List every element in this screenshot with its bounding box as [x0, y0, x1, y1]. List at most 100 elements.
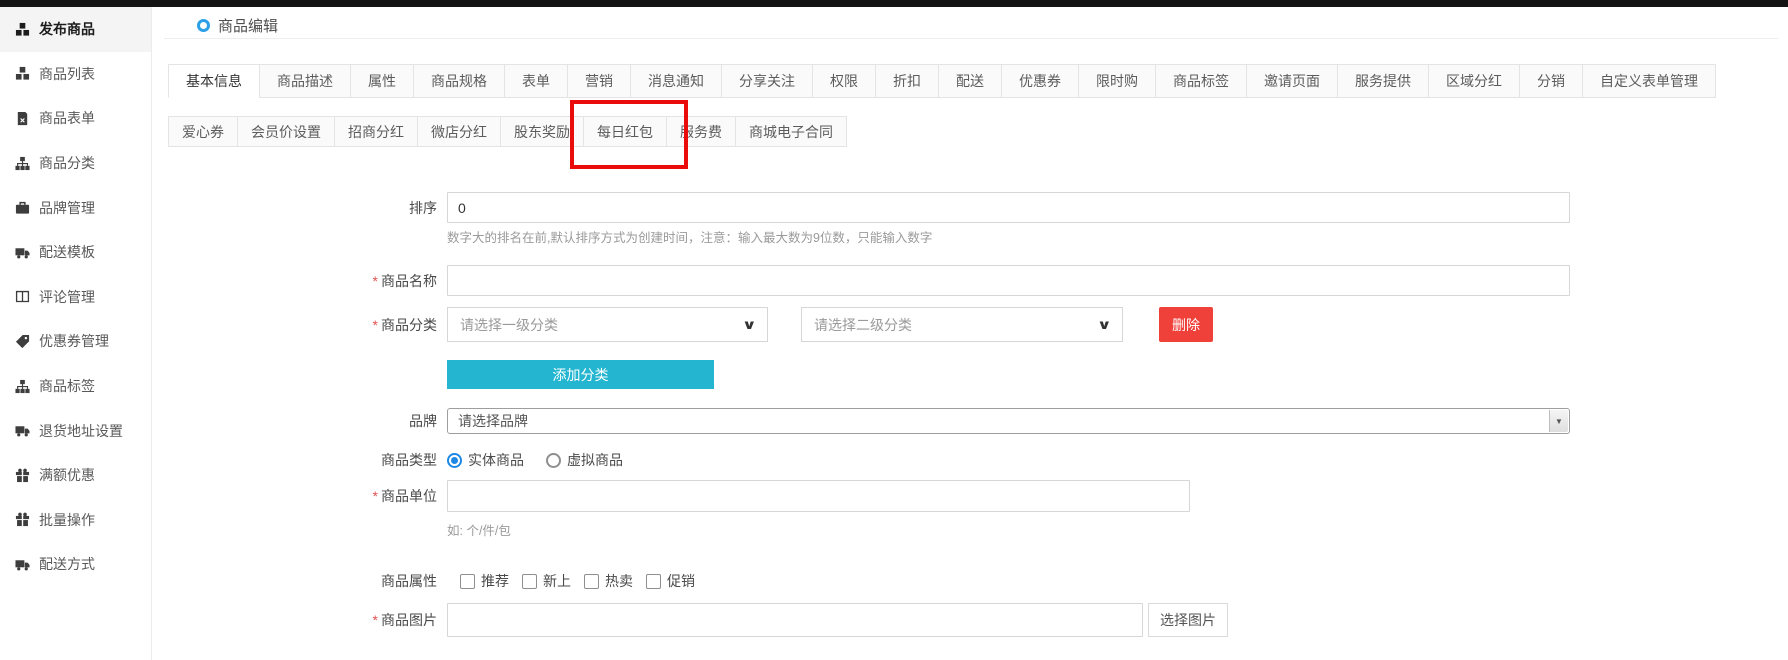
- product-name-label: *商品名称: [0, 271, 437, 291]
- category-level1-select[interactable]: 请选择一级分类 ∨: [447, 307, 768, 342]
- product-unit-input[interactable]: [447, 480, 1190, 512]
- attr-checkbox-promo[interactable]: [646, 574, 661, 589]
- tab-service-fee[interactable]: 服务费: [666, 116, 736, 147]
- tab-form[interactable]: 表单: [504, 64, 568, 98]
- attr-checkbox-new[interactable]: [522, 574, 537, 589]
- sort-hint: 数字大的排名在前,默认排序方式为创建时间，注意：输入最大数为9位数，只能输入数字: [447, 227, 932, 246]
- sidebar-item-label: 商品分类: [39, 153, 95, 173]
- product-unit-row: *商品单位: [0, 480, 1190, 512]
- secondary-tab-bar: 爱心券 会员价设置 招商分红 微店分红 股东奖励 每日红包 服务费 商城电子合同: [168, 116, 847, 147]
- product-category-row: *商品分类 请选择一级分类 ∨ 请选择二级分类 ∨ 删除: [0, 307, 1213, 342]
- delete-category-button[interactable]: 删除: [1159, 307, 1213, 342]
- top-accent-bar: [0, 0, 1788, 7]
- sort-label: 排序: [0, 198, 437, 218]
- tab-product-tags[interactable]: 商品标签: [1155, 64, 1247, 98]
- required-mark: *: [373, 317, 378, 333]
- product-attrs-label: 商品属性: [0, 571, 437, 591]
- required-mark: *: [373, 612, 378, 628]
- sidebar-item-product-category[interactable]: 商品分类: [0, 141, 151, 186]
- product-name-row: *商品名称: [0, 265, 1570, 296]
- tab-coupon[interactable]: 优惠券: [1001, 64, 1079, 98]
- circle-icon: [197, 19, 210, 32]
- tab-member-price[interactable]: 会员价设置: [237, 116, 335, 147]
- product-image-label: *商品图片: [0, 610, 437, 630]
- product-type-radio-virtual[interactable]: [546, 453, 561, 468]
- select-arrow-icon: ▼: [1549, 410, 1568, 432]
- product-type-option-label: 虚拟商品: [567, 450, 623, 470]
- tab-region-dividend[interactable]: 区域分红: [1428, 64, 1520, 98]
- chevron-down-icon: ∨: [742, 317, 757, 333]
- cubes-icon: [15, 22, 30, 37]
- chevron-down-icon: ∨: [1097, 317, 1112, 333]
- brand-placeholder: 请选择品牌: [458, 411, 528, 431]
- tab-invite-page[interactable]: 邀请页面: [1246, 64, 1338, 98]
- cubes-icon: [15, 66, 30, 81]
- sidebar-item-product-form[interactable]: 商品表单: [0, 96, 151, 141]
- tab-investment-dividend[interactable]: 招商分红: [334, 116, 418, 147]
- tab-mall-econtract[interactable]: 商城电子合同: [735, 116, 847, 147]
- sidebar-item-label: 发布商品: [39, 19, 95, 39]
- tab-basic-info[interactable]: 基本信息: [168, 64, 260, 98]
- tab-daily-redpacket-label: 每日红包: [597, 122, 653, 142]
- required-mark: *: [373, 273, 378, 289]
- sidebar-item-publish-product[interactable]: 发布商品: [0, 7, 151, 52]
- tab-share-follow[interactable]: 分享关注: [721, 64, 813, 98]
- tab-shareholder-reward[interactable]: 股东奖励: [500, 116, 584, 147]
- add-category-button[interactable]: 添加分类: [447, 360, 714, 389]
- attr-option-label: 热卖: [605, 571, 633, 591]
- tab-delivery[interactable]: 配送: [938, 64, 1002, 98]
- brand-row: 品牌 请选择品牌 ▼: [0, 408, 1570, 434]
- attr-option-label: 促销: [667, 571, 695, 591]
- brand-label: 品牌: [0, 411, 437, 431]
- gift-icon: [15, 512, 30, 527]
- sidebar-item-label: 批量操作: [39, 510, 95, 530]
- tab-attributes[interactable]: 属性: [350, 64, 414, 98]
- sidebar-item-label: 商品列表: [39, 64, 95, 84]
- tab-permissions[interactable]: 权限: [812, 64, 876, 98]
- product-type-label: 商品类型: [0, 450, 437, 470]
- header-divider: [164, 38, 1778, 39]
- sidebar-item-label: 配送模板: [39, 242, 95, 262]
- product-type-row: 商品类型 实体商品 虚拟商品: [0, 450, 623, 470]
- tab-custom-form-management[interactable]: 自定义表单管理: [1582, 64, 1716, 98]
- attr-checkbox-recommend[interactable]: [460, 574, 475, 589]
- product-type-radio-physical[interactable]: [447, 453, 462, 468]
- attr-option-label: 新上: [543, 571, 571, 591]
- tab-distribution[interactable]: 分销: [1519, 64, 1583, 98]
- product-name-input[interactable]: [447, 265, 1570, 296]
- tab-product-spec[interactable]: 商品规格: [413, 64, 505, 98]
- truck-icon: [15, 245, 30, 260]
- sidebar-item-product-tags[interactable]: 商品标签: [0, 364, 151, 409]
- tab-marketing[interactable]: 营销: [567, 64, 631, 98]
- brand-select[interactable]: 请选择品牌 ▼: [447, 408, 1570, 434]
- tab-flash-sale[interactable]: 限时购: [1078, 64, 1156, 98]
- product-image-input[interactable]: [447, 603, 1143, 637]
- tab-daily-redpacket[interactable]: 每日红包: [583, 116, 667, 147]
- sidebar-item-product-list[interactable]: 商品列表: [0, 52, 151, 97]
- attr-checkbox-hot[interactable]: [584, 574, 599, 589]
- product-attrs-row: 商品属性 推荐 新上 热卖 促销: [0, 571, 695, 591]
- page-title-text: 商品编辑: [218, 15, 278, 36]
- attr-option-label: 推荐: [481, 571, 509, 591]
- category-level2-select[interactable]: 请选择二级分类 ∨: [801, 307, 1123, 342]
- tab-discount[interactable]: 折扣: [875, 64, 939, 98]
- product-unit-hint: 如: 个/件/包: [447, 520, 511, 539]
- tab-service-provide[interactable]: 服务提供: [1337, 64, 1429, 98]
- tab-product-description[interactable]: 商品描述: [259, 64, 351, 98]
- tab-love-coupon[interactable]: 爱心券: [168, 116, 238, 147]
- category-level2-placeholder: 请选择二级分类: [814, 315, 912, 335]
- sidebar-item-label: 商品标签: [39, 376, 95, 396]
- product-unit-label: *商品单位: [0, 486, 437, 506]
- category-level1-placeholder: 请选择一级分类: [460, 315, 558, 335]
- page-title: 商品编辑: [197, 14, 278, 36]
- choose-image-button[interactable]: 选择图片: [1148, 603, 1228, 637]
- truck-icon: [15, 557, 30, 572]
- product-type-option-label: 实体商品: [468, 450, 524, 470]
- sort-row: 排序: [0, 192, 1570, 223]
- file-icon: [15, 111, 30, 126]
- sort-input[interactable]: [447, 192, 1570, 223]
- tab-microshop-dividend[interactable]: 微店分红: [417, 116, 501, 147]
- sitemap-icon: [15, 379, 30, 394]
- sidebar-item-label: 商品表单: [39, 108, 95, 128]
- tab-message-notify[interactable]: 消息通知: [630, 64, 722, 98]
